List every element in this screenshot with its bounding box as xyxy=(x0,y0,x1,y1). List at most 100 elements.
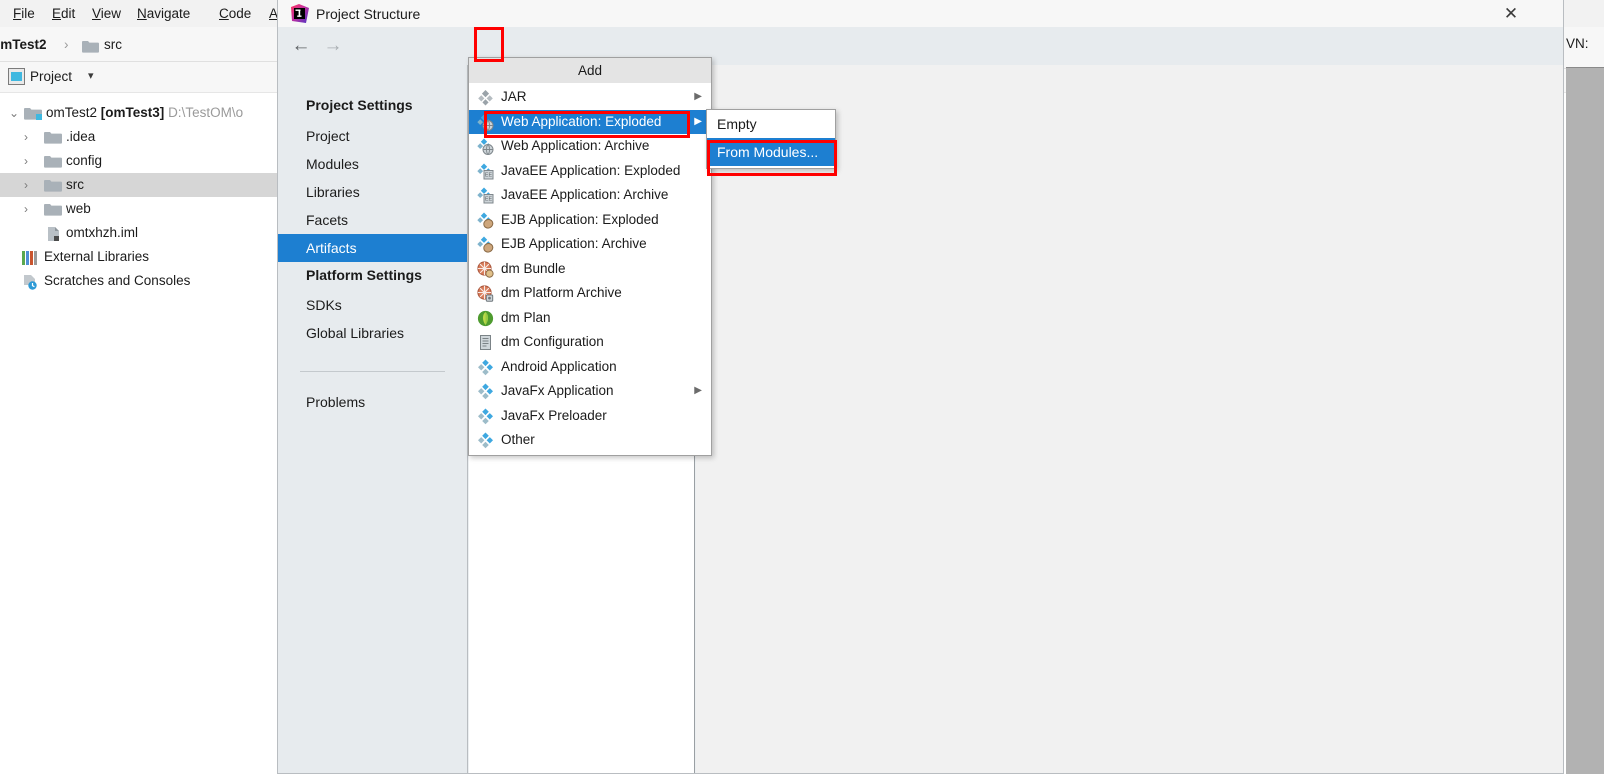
tree-row[interactable]: External Libraries xyxy=(0,245,278,269)
tree-row[interactable]: › config xyxy=(0,149,278,173)
dm-plan-icon xyxy=(477,310,494,327)
arrow-right-icon[interactable]: → xyxy=(320,34,346,58)
artifact-detail-panel xyxy=(696,65,1563,773)
menu-item-javaee-application-archive[interactable]: EE JavaEE Application: Archive xyxy=(469,183,711,208)
artifact-web-exploded-icon xyxy=(477,114,494,131)
intellij-idea-logo xyxy=(290,4,309,23)
settings-nav-panel: Project Settings Project Modules Librari… xyxy=(278,65,468,773)
breadcrumb-separator: › xyxy=(64,37,69,52)
menu-item-javaee-application-exploded[interactable]: EE JavaEE Application: Exploded xyxy=(469,159,711,184)
artifact-javaee-archive-icon: EE xyxy=(477,187,494,204)
chevron-down-icon[interactable]: ▾ xyxy=(88,67,94,85)
menu-item-label: dm Platform Archive xyxy=(501,285,622,300)
tree-row[interactable]: › .idea xyxy=(0,125,278,149)
menu-item-web-application-archive[interactable]: Web Application: Archive xyxy=(469,134,711,159)
arrow-left-icon[interactable]: ← xyxy=(288,34,314,58)
tree-label: External Libraries xyxy=(44,249,150,264)
libraries-icon xyxy=(22,251,38,265)
dm-bundle-icon xyxy=(477,260,494,278)
tree-label: config xyxy=(66,153,103,168)
menu-item-label: JavaEE Application: Exploded xyxy=(501,162,681,178)
twisty-icon[interactable]: › xyxy=(20,149,32,173)
menu-item-edit[interactable]: Edit xyxy=(45,3,82,24)
settings-divider xyxy=(300,371,445,372)
iml-file-icon xyxy=(46,226,62,242)
submenu-item-from-modules[interactable]: From Modules... xyxy=(707,138,835,166)
menu-item-view[interactable]: View xyxy=(85,3,128,24)
settings-item-libraries[interactable]: Libraries xyxy=(278,178,467,206)
chevron-right-icon: ▶ xyxy=(694,385,702,396)
close-icon[interactable]: ✕ xyxy=(1488,1,1534,27)
project-tool-window-title[interactable]: Project xyxy=(30,68,72,86)
project-settings-header: Project Settings xyxy=(306,97,413,113)
menu-item-label: dm Bundle xyxy=(501,260,566,276)
menu-item-dm-bundle[interactable]: dm Bundle xyxy=(469,257,711,282)
twisty-icon[interactable]: › xyxy=(20,125,32,149)
dialog-title-bar: Project Structure ✕ xyxy=(278,0,1563,27)
menu-item-dm-plan[interactable]: dm Plan xyxy=(469,306,711,331)
menu-item-file[interactable]: File xyxy=(6,3,42,24)
menu-item-javafx-preloader[interactable]: JavaFx Preloader xyxy=(469,404,711,429)
folder-icon xyxy=(44,155,63,169)
menu-item-dm-configuration[interactable]: dm Configuration xyxy=(469,330,711,355)
tree-label: web xyxy=(66,201,91,216)
svg-text:EE: EE xyxy=(485,197,493,203)
menu-item-label: dm Configuration xyxy=(501,334,604,349)
dm-platform-archive-icon xyxy=(477,285,494,302)
settings-item-facets[interactable]: Facets xyxy=(278,206,467,234)
tree-label: Scratches and Consoles xyxy=(44,273,191,288)
menu-item-ejb-application-archive[interactable]: EJB Application: Archive xyxy=(469,232,711,257)
menu-item-javafx-application[interactable]: JavaFx Application ▶ xyxy=(469,379,711,404)
menu-item-label: Web Application: Archive xyxy=(501,138,650,153)
artifact-javafx-preloader-icon xyxy=(477,408,494,425)
ide-editor-gray-area xyxy=(1566,68,1604,774)
menu-item-other[interactable]: Other xyxy=(469,428,711,453)
artifact-javaee-exploded-icon: EE xyxy=(477,163,494,180)
menu-item-label: Web Application: Exploded xyxy=(501,113,662,129)
menu-item-code[interactable]: Code xyxy=(212,3,258,24)
breadcrumb-folder[interactable]: src xyxy=(104,36,122,54)
menu-item-navigate[interactable]: Navigate xyxy=(130,3,197,24)
menu-item-label: JavaFx Preloader xyxy=(501,407,607,423)
settings-item-project[interactable]: Project xyxy=(278,122,467,150)
tree-label-module-alias: [omTest3] xyxy=(100,105,165,120)
twisty-icon[interactable]: ⌄ xyxy=(8,101,20,125)
artifact-ejb-exploded-icon xyxy=(477,212,494,229)
menu-item-label: Other xyxy=(501,432,535,447)
menu-item-label: JavaFx Application xyxy=(501,383,614,398)
menu-item-dm-platform-archive[interactable]: dm Platform Archive xyxy=(469,281,711,306)
artifact-javafx-icon xyxy=(477,383,494,400)
menu-item-android-application[interactable]: Android Application xyxy=(469,355,711,380)
tree-row[interactable]: omtxhzh.iml xyxy=(0,221,278,245)
menu-item-label: EJB Application: Exploded xyxy=(501,211,659,227)
settings-item-global-libraries[interactable]: Global Libraries xyxy=(278,319,467,347)
twisty-icon[interactable]: › xyxy=(20,197,32,221)
svg-text:EE: EE xyxy=(485,172,493,178)
twisty-icon[interactable]: › xyxy=(20,173,32,197)
artifact-ejb-archive-icon xyxy=(477,236,494,253)
tree-label-module: omTest2 [omTest3] D:\TestOM\o xyxy=(46,105,244,120)
artifact-other-icon xyxy=(477,432,494,449)
folder-icon xyxy=(44,179,63,193)
tree-label-module-path: D:\TestOM\o xyxy=(168,105,244,120)
settings-item-modules[interactable]: Modules xyxy=(278,150,467,178)
settings-item-problems[interactable]: Problems xyxy=(278,388,467,416)
add-artifact-popup-menu: Add JAR ▶ Web Application: Exploded ▶ We… xyxy=(468,57,712,456)
breadcrumb-project[interactable]: omTest2 xyxy=(0,36,47,54)
tree-row-src[interactable]: › src xyxy=(0,173,278,197)
menu-item-jar[interactable]: JAR ▶ xyxy=(469,85,711,110)
tree-row[interactable]: Scratches and Consoles xyxy=(0,269,278,293)
tree-row[interactable]: › web xyxy=(0,197,278,221)
settings-item-sdks[interactable]: SDKs xyxy=(278,291,467,319)
menu-item-web-application-exploded[interactable]: Web Application: Exploded ▶ xyxy=(469,109,711,134)
chevron-right-icon: ▶ xyxy=(694,115,702,127)
artifact-web-archive-icon xyxy=(477,138,494,155)
tree-label: src xyxy=(66,177,84,192)
submenu-item-empty[interactable]: Empty xyxy=(707,110,835,138)
svn-tool-window-label[interactable]: VN: xyxy=(1566,36,1589,51)
scratches-icon xyxy=(22,274,38,290)
project-window-icon xyxy=(8,68,25,85)
settings-item-artifacts[interactable]: Artifacts xyxy=(278,234,467,262)
menu-item-ejb-application-exploded[interactable]: EJB Application: Exploded xyxy=(469,208,711,233)
tree-row[interactable]: ⌄ omTest2 [omTest3] D:\TestOM\o xyxy=(0,101,278,125)
